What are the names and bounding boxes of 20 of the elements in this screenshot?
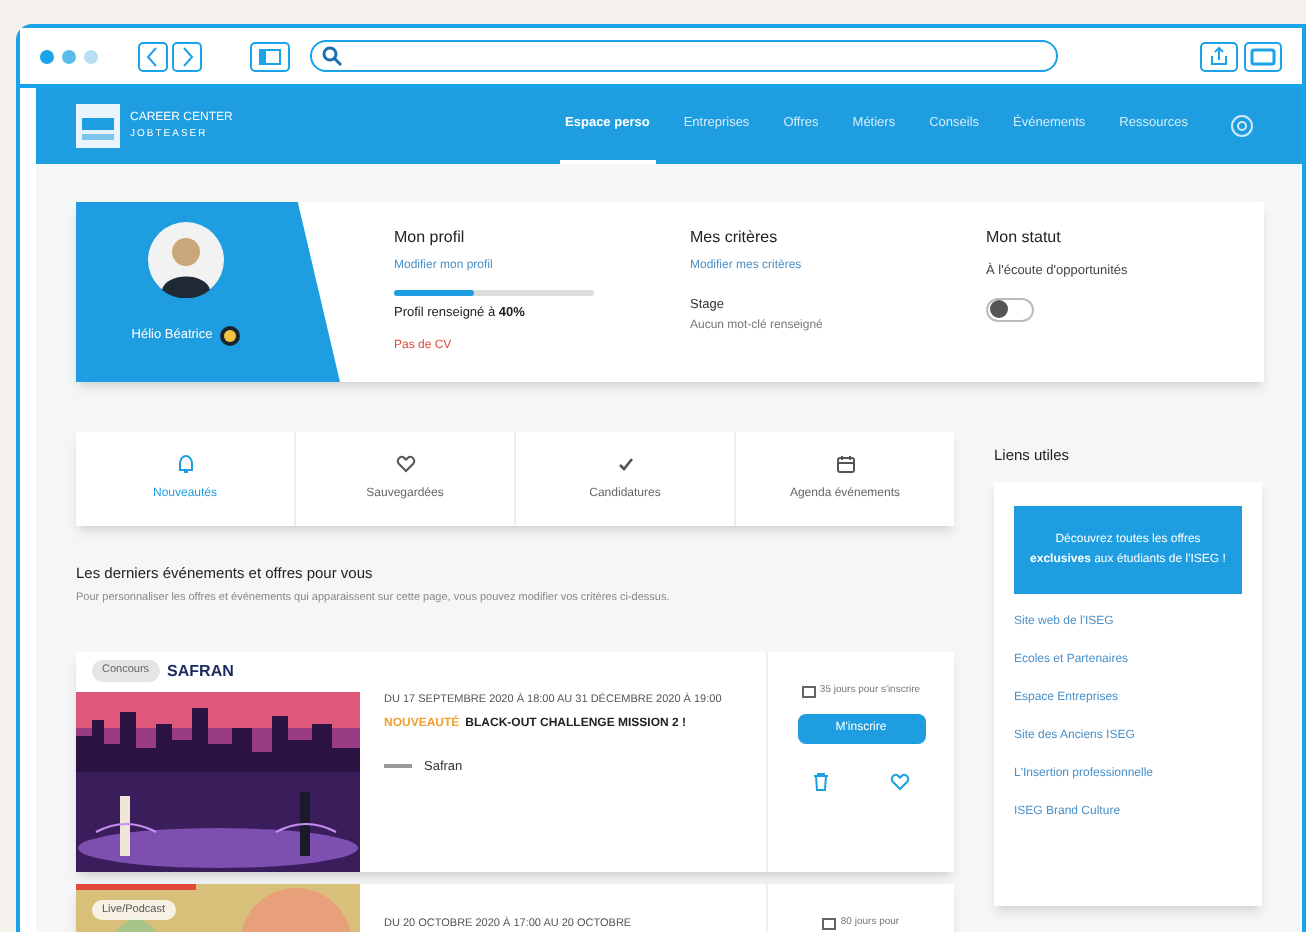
avatar: [148, 222, 224, 298]
back-icon[interactable]: [138, 41, 168, 71]
share-icon[interactable]: [1200, 41, 1238, 71]
sidebar-icon[interactable]: [250, 41, 290, 71]
trash-icon[interactable]: [812, 771, 830, 791]
heart-icon[interactable]: [890, 771, 910, 791]
settings-icon[interactable]: [1230, 114, 1254, 138]
heart-icon: [395, 454, 415, 474]
search-icon: [322, 46, 342, 66]
company-logo: SAFRAN: [167, 659, 234, 683]
section-title: Mon profil: [394, 226, 467, 250]
section-title: Mon statut: [986, 226, 1063, 250]
bell-icon: [175, 454, 195, 474]
section-title: Mes critères: [690, 226, 780, 250]
check-icon: [615, 454, 635, 474]
logo-icon: [76, 104, 120, 148]
status-toggle[interactable]: [986, 297, 1034, 322]
address-field[interactable]: [310, 40, 1058, 72]
tabs-icon[interactable]: [1244, 41, 1282, 71]
forward-icon[interactable]: [172, 41, 202, 71]
